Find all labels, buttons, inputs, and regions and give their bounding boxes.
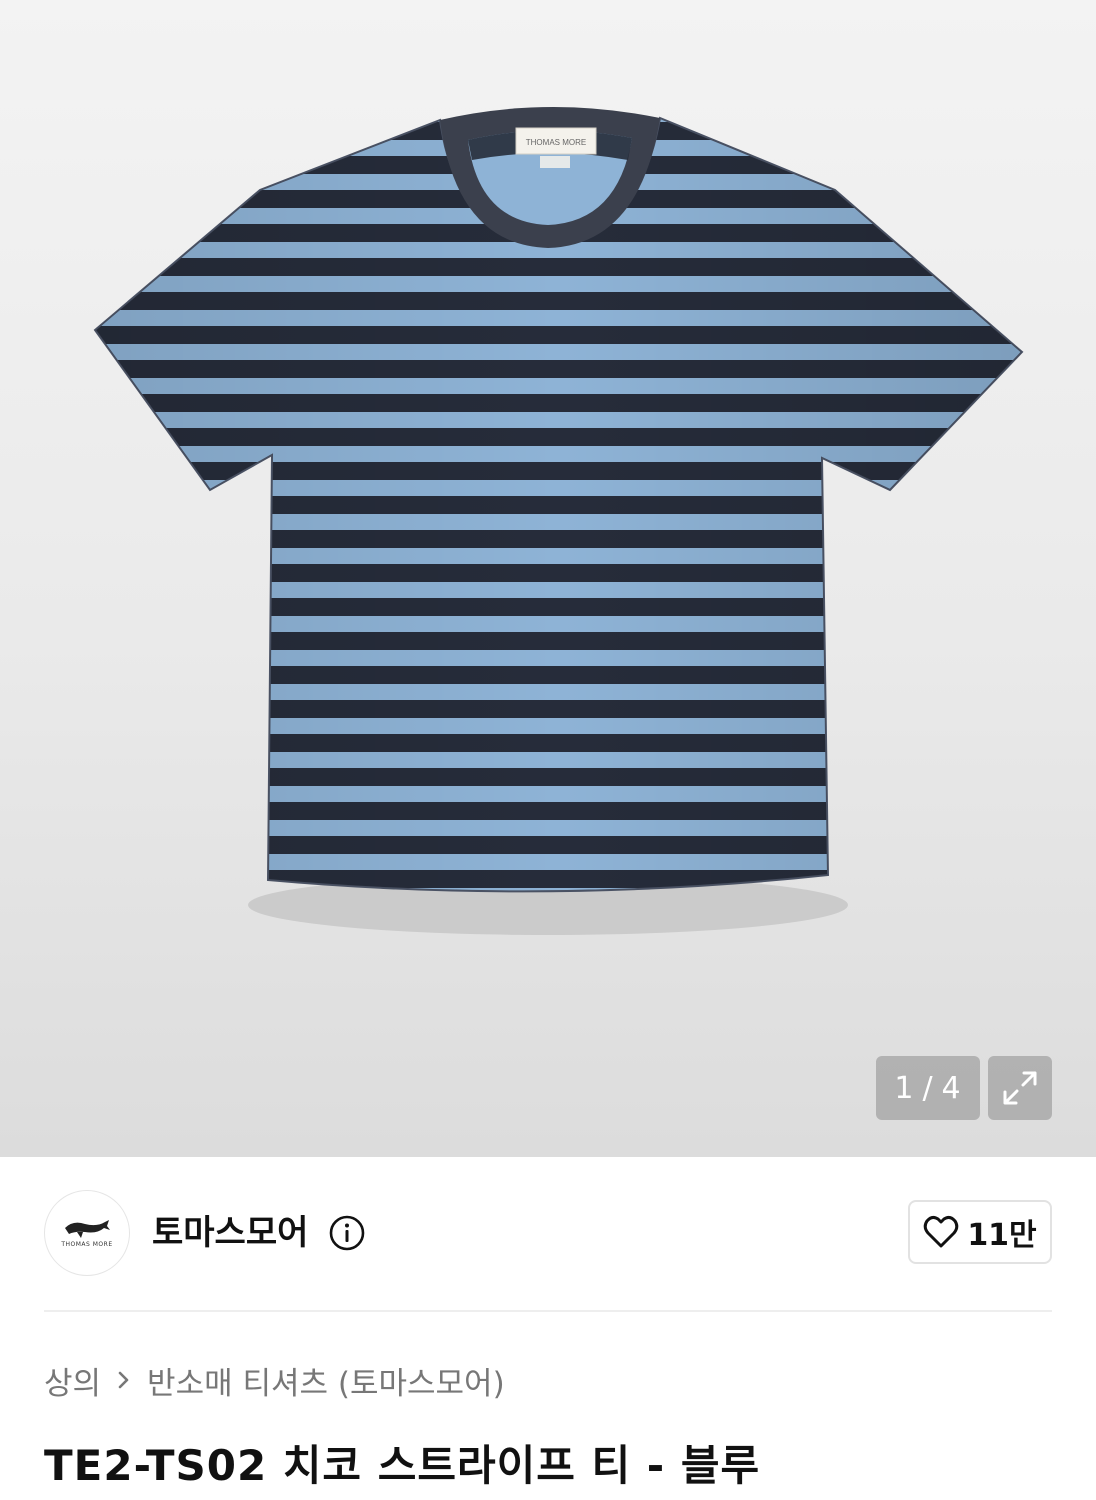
expand-arrows-icon bbox=[1003, 1071, 1037, 1105]
image-counter: 1 / 4 bbox=[876, 1056, 980, 1120]
brand-row: THOMAS MORE 토마스모어 11만 bbox=[44, 1190, 1052, 1276]
whale-icon bbox=[65, 1220, 110, 1238]
heart-icon bbox=[924, 1215, 959, 1248]
brand-logo[interactable]: THOMAS MORE bbox=[44, 1190, 130, 1276]
like-button[interactable]: 11만 bbox=[908, 1200, 1052, 1264]
breadcrumb-category[interactable]: 상의 bbox=[44, 1358, 101, 1403]
image-counter-current: 1 bbox=[894, 1070, 915, 1106]
product-image-gallery[interactable]: THOMAS MORE 1 / 4 bbox=[0, 0, 1096, 1157]
product-image[interactable]: THOMAS MORE bbox=[0, 0, 1096, 1157]
info-icon[interactable] bbox=[328, 1214, 366, 1252]
breadcrumb-subcategory[interactable]: 반소매 티셔츠 (토마스모어) bbox=[147, 1358, 505, 1403]
divider bbox=[44, 1310, 1052, 1312]
shirt-label-text: THOMAS MORE bbox=[526, 138, 586, 147]
breadcrumb: 상의 반소매 티셔츠 (토마스모어) bbox=[44, 1358, 505, 1402]
expand-button[interactable] bbox=[988, 1056, 1052, 1120]
image-counter-total: 4 bbox=[941, 1070, 962, 1106]
image-counter-separator: / bbox=[922, 1070, 934, 1106]
brand-logo-text: THOMAS MORE bbox=[61, 1241, 113, 1248]
brand-name[interactable]: 토마스모어 bbox=[152, 1210, 308, 1256]
product-title: TE2-TS02 치코 스트라이프 티 - 블루 bbox=[44, 1441, 761, 1490]
chevron-right-icon bbox=[118, 1371, 129, 1389]
like-count: 11만 bbox=[967, 1218, 1037, 1253]
